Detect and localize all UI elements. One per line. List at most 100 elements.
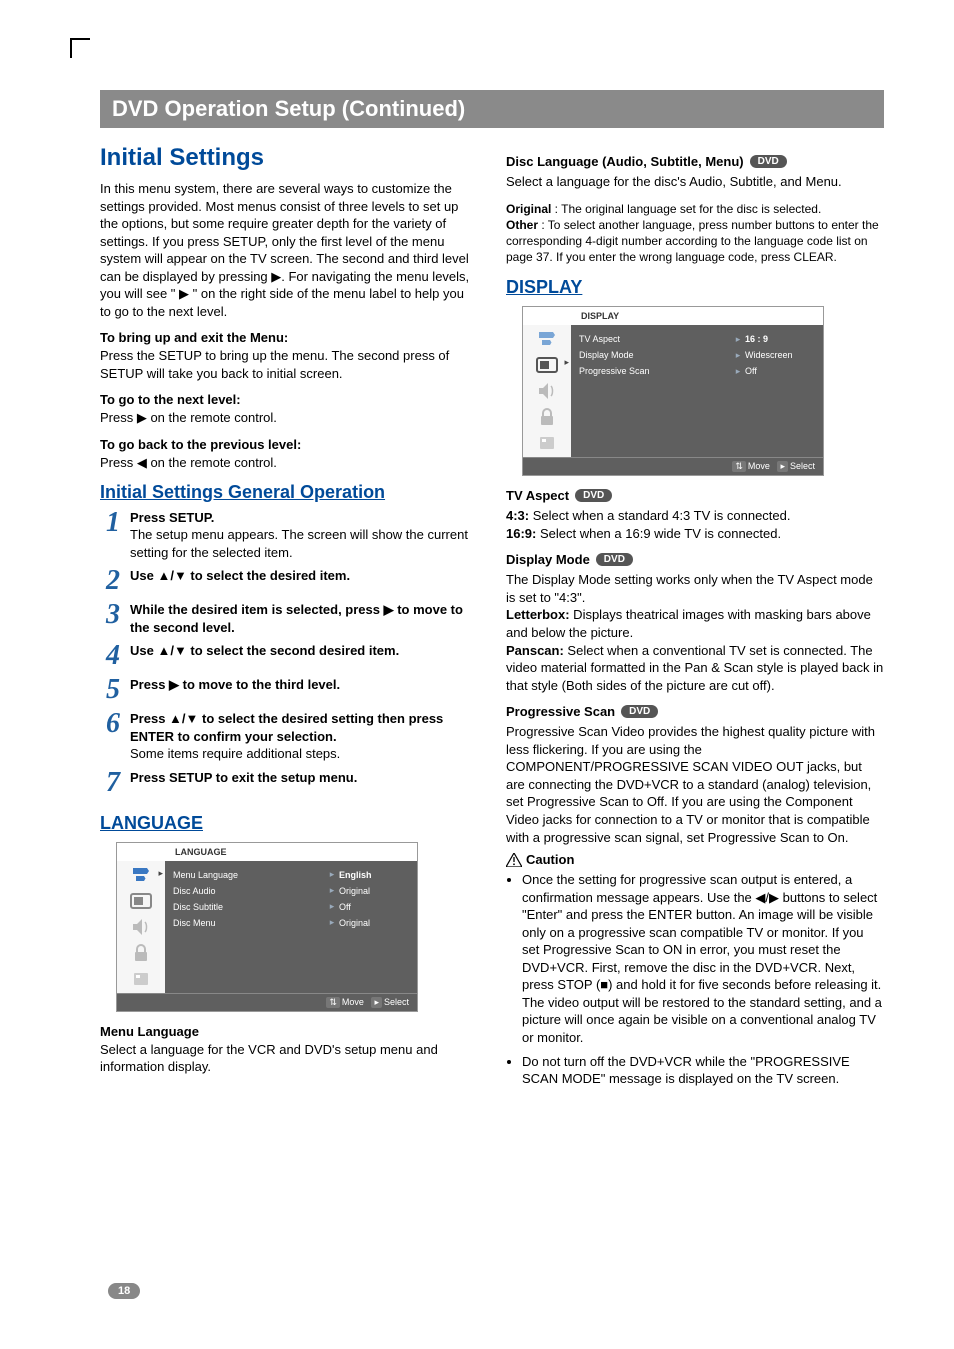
tv-aspect-43: 4:3: Select when a standard 4:3 TV is co… (506, 507, 884, 525)
right-arrow-icon: ▸ (371, 997, 382, 1008)
right-column: Disc Language (Audio, Subtitle, Menu) DV… (506, 144, 884, 1094)
audio-tab-icon (129, 917, 153, 937)
right-arrow-icon: ▸ (777, 461, 788, 472)
osd-row: Disc Subtitle▸Off (173, 899, 409, 915)
display-mode-panscan: Panscan: Select when a conventional TV s… (506, 642, 884, 695)
bring-up-body: Press the SETUP to bring up the menu. Th… (100, 347, 478, 382)
step-7: 7 Press SETUP to exit the setup menu. (100, 769, 478, 797)
step-6: 6 Press ▲/▼ to select the desired settin… (100, 710, 478, 763)
step-text: Press ▲/▼ to select the desired setting … (130, 710, 478, 763)
page-number: 18 (108, 1283, 140, 1299)
disc-language-heading-row: Disc Language (Audio, Subtitle, Menu) DV… (506, 154, 884, 169)
osd-row: TV Aspect▸16 : 9 (579, 331, 815, 347)
lock-tab-icon (129, 943, 153, 963)
general-operation-title: Initial Settings General Operation (100, 482, 478, 503)
disc-language-original: Original : The original language set for… (506, 201, 884, 217)
dvd-badge-icon: DVD (621, 705, 658, 718)
step-number-icon: 3 (100, 601, 126, 629)
osd-category-icons: ▸ (523, 325, 571, 457)
step-number-icon: 7 (100, 769, 126, 797)
display-mode-letterbox: Letterbox: Displays theatrical images wi… (506, 606, 884, 641)
caution-item: Do not turn off the DVD+VCR while the "P… (522, 1053, 884, 1088)
disc-language-body: Select a language for the disc's Audio, … (506, 173, 884, 191)
page: DVD Operation Setup (Continued) Initial … (0, 0, 954, 1349)
step-text: Press SETUP to exit the setup menu. (130, 769, 478, 787)
osd-settings-list: Menu Language▸English Disc Audio▸Origina… (165, 861, 417, 993)
osd-body: ▸ Menu Language▸English Disc Audio▸Origi… (117, 861, 417, 993)
caution-list: Once the setting for progressive scan ou… (506, 871, 884, 1088)
step-number-icon: 4 (100, 642, 126, 670)
step-number-icon: 2 (100, 567, 126, 595)
osd-row: Progressive Scan▸Off (579, 363, 815, 379)
step-text: Press ▶ to move to the third level. (130, 676, 478, 694)
step-text: Use ▲/▼ to select the second desired ite… (130, 642, 478, 660)
display-tab-icon: ▸ (535, 355, 559, 375)
crop-mark (70, 38, 90, 58)
disc-language-heading: Disc Language (Audio, Subtitle, Menu) (506, 154, 744, 169)
two-column-layout: Initial Settings In this menu system, th… (100, 144, 884, 1094)
caution-item: Once the setting for progressive scan ou… (522, 871, 884, 1046)
step-number-icon: 6 (100, 710, 126, 738)
osd-display-panel: DISPLAY ▸ TV Aspect▸16 : 9 (522, 306, 824, 476)
display-heading: DISPLAY (506, 277, 884, 298)
other-tab-icon (129, 969, 153, 989)
osd-body: ▸ TV Aspect▸16 : 9 Display Mode▸Widescre… (523, 325, 823, 457)
step-text: Press SETUP.The setup menu appears. The … (130, 509, 478, 562)
section-banner: DVD Operation Setup (Continued) (100, 90, 884, 128)
disc-language-other: Other : To select another language, pres… (506, 217, 884, 266)
osd-row: Disc Menu▸Original (173, 915, 409, 931)
caution-label: Caution (526, 852, 574, 867)
osd-language-panel: LANGUAGE ▸ Menu Language▸English (116, 842, 418, 1012)
osd-row: Disc Audio▸Original (173, 883, 409, 899)
step-text: Use ▲/▼ to select the desired item. (130, 567, 478, 585)
osd-row: Display Mode▸Widescreen (579, 347, 815, 363)
prev-level-heading: To go back to the previous level: (100, 437, 478, 452)
progressive-scan-heading-row: Progressive Scan DVD (506, 704, 884, 719)
language-tab-icon: ▸ (129, 865, 153, 885)
display-tab-icon (129, 891, 153, 911)
osd-header: DISPLAY (523, 307, 823, 325)
osd-category-icons: ▸ (117, 861, 165, 993)
warning-triangle-icon (506, 853, 522, 867)
menu-language-heading: Menu Language (100, 1024, 478, 1039)
language-heading: LANGUAGE (100, 813, 478, 834)
progressive-scan-heading: Progressive Scan (506, 704, 615, 719)
caution-heading-row: Caution (506, 852, 884, 867)
other-tab-icon (535, 433, 559, 453)
prev-level-body: Press ◀ on the remote control. (100, 454, 478, 472)
osd-footer: ⇅Move ▸Select (523, 457, 823, 475)
display-mode-heading: Display Mode (506, 552, 590, 567)
initial-settings-title: Initial Settings (100, 144, 478, 172)
step-5: 5 Press ▶ to move to the third level. (100, 676, 478, 704)
display-mode-intro: The Display Mode setting works only when… (506, 571, 884, 606)
tv-aspect-heading: TV Aspect (506, 488, 569, 503)
dvd-badge-icon: DVD (596, 553, 633, 566)
page-number-badge: 18 (108, 1281, 140, 1299)
next-level-body: Press ▶ on the remote control. (100, 409, 478, 427)
next-level-heading: To go to the next level: (100, 392, 478, 407)
osd-settings-list: TV Aspect▸16 : 9 Display Mode▸Widescreen… (571, 325, 823, 457)
dvd-badge-icon: DVD (575, 489, 612, 502)
lock-tab-icon (535, 407, 559, 427)
updown-icon: ⇅ (732, 461, 746, 472)
progressive-scan-body: Progressive Scan Video provides the high… (506, 723, 884, 846)
step-2: 2 Use ▲/▼ to select the desired item. (100, 567, 478, 595)
step-number-icon: 1 (100, 509, 126, 537)
osd-row: Menu Language▸English (173, 867, 409, 883)
step-text: While the desired item is selected, pres… (130, 601, 478, 636)
step-1: 1 Press SETUP.The setup menu appears. Th… (100, 509, 478, 562)
dvd-badge-icon: DVD (750, 155, 787, 168)
step-4: 4 Use ▲/▼ to select the second desired i… (100, 642, 478, 670)
osd-header: LANGUAGE (117, 843, 417, 861)
language-tab-icon (535, 329, 559, 349)
initial-settings-intro: In this menu system, there are several w… (100, 180, 478, 320)
menu-language-body: Select a language for the VCR and DVD's … (100, 1041, 478, 1076)
display-mode-heading-row: Display Mode DVD (506, 552, 884, 567)
step-3: 3 While the desired item is selected, pr… (100, 601, 478, 636)
tv-aspect-169: 16:9: Select when a 16:9 wide TV is conn… (506, 525, 884, 543)
audio-tab-icon (535, 381, 559, 401)
tv-aspect-heading-row: TV Aspect DVD (506, 488, 884, 503)
bring-up-heading: To bring up and exit the Menu: (100, 330, 478, 345)
updown-icon: ⇅ (326, 997, 340, 1008)
left-column: Initial Settings In this menu system, th… (100, 144, 478, 1094)
